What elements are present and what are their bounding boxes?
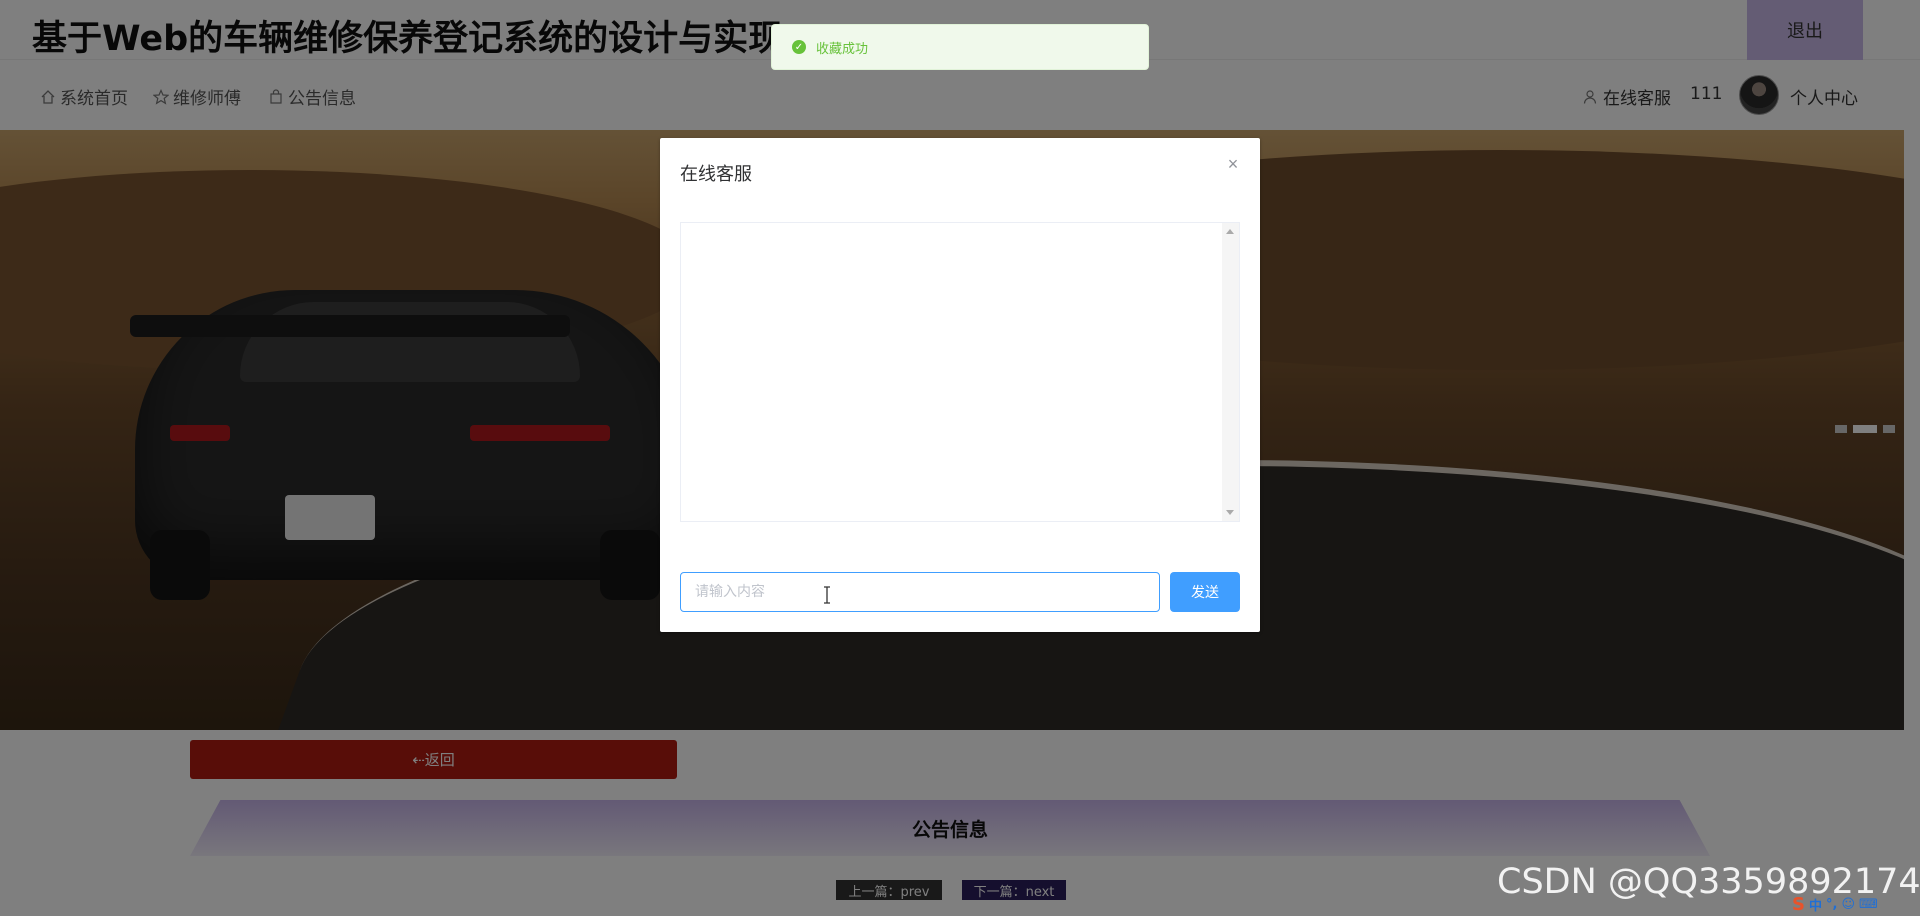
chat-input[interactable] (680, 572, 1160, 612)
scroll-up-arrow-icon[interactable] (1226, 229, 1234, 234)
ime-toolbar[interactable]: S 中 °, ☺ ⌨ (1792, 893, 1878, 915)
ime-item[interactable]: 中 (1809, 895, 1822, 914)
chat-messages[interactable] (680, 222, 1240, 522)
send-button[interactable]: 发送 (1170, 572, 1240, 612)
chat-dialog: 在线客服 × 发送 (660, 138, 1260, 632)
ime-item[interactable]: °, (1826, 897, 1837, 912)
close-icon[interactable]: × (1225, 155, 1241, 173)
success-toast: ✓ 收藏成功 (771, 24, 1149, 70)
check-icon: ✓ (792, 40, 806, 54)
ime-item[interactable]: ⌨ (1859, 897, 1878, 912)
text-cursor-icon (824, 586, 830, 604)
ime-item[interactable]: ☺ (1841, 897, 1855, 912)
scroll-down-arrow-icon[interactable] (1226, 510, 1234, 515)
dialog-title: 在线客服 (680, 164, 752, 185)
sogou-logo-icon: S (1792, 893, 1805, 915)
scrollbar[interactable] (1222, 223, 1239, 521)
toast-message: 收藏成功 (816, 41, 869, 57)
